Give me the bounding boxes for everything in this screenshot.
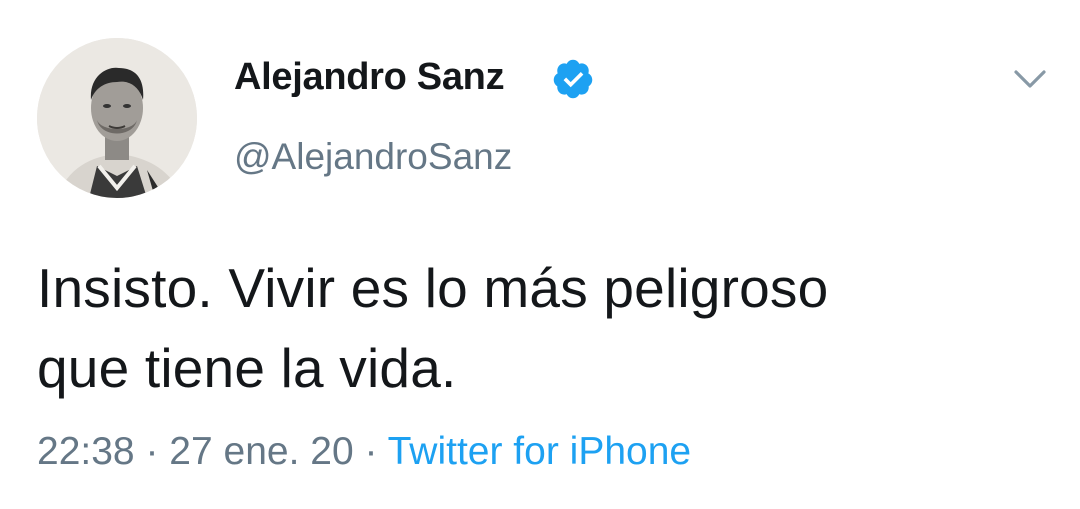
profile-photo [37, 38, 197, 198]
tweet-time[interactable]: 22:38 [37, 430, 135, 473]
tweet-source-link[interactable]: Twitter for iPhone [388, 430, 691, 473]
tweet-text-line: Insisto. Vivir es lo más peligroso [37, 257, 829, 319]
user-handle[interactable]: @AlejandroSanz [234, 136, 512, 178]
tweet-card: Alejandro Sanz @AlejandroSanz Insisto. V… [0, 0, 1080, 509]
separator: · [364, 430, 378, 473]
display-name[interactable]: Alejandro Sanz [234, 56, 505, 99]
tweet-date[interactable]: 27 ene. 20 [169, 430, 353, 473]
tweet-text: Insisto. Vivir es lo más peligroso que t… [37, 248, 1047, 408]
tweet-text-line: que tiene la vida. [37, 337, 457, 399]
avatar[interactable] [37, 38, 197, 198]
chevron-down-icon[interactable] [1011, 64, 1049, 94]
tweet-metadata: 22:38 · 27 ene. 20 · Twitter for iPhone [37, 430, 691, 474]
verified-badge-icon [551, 57, 595, 101]
separator: · [145, 430, 159, 473]
